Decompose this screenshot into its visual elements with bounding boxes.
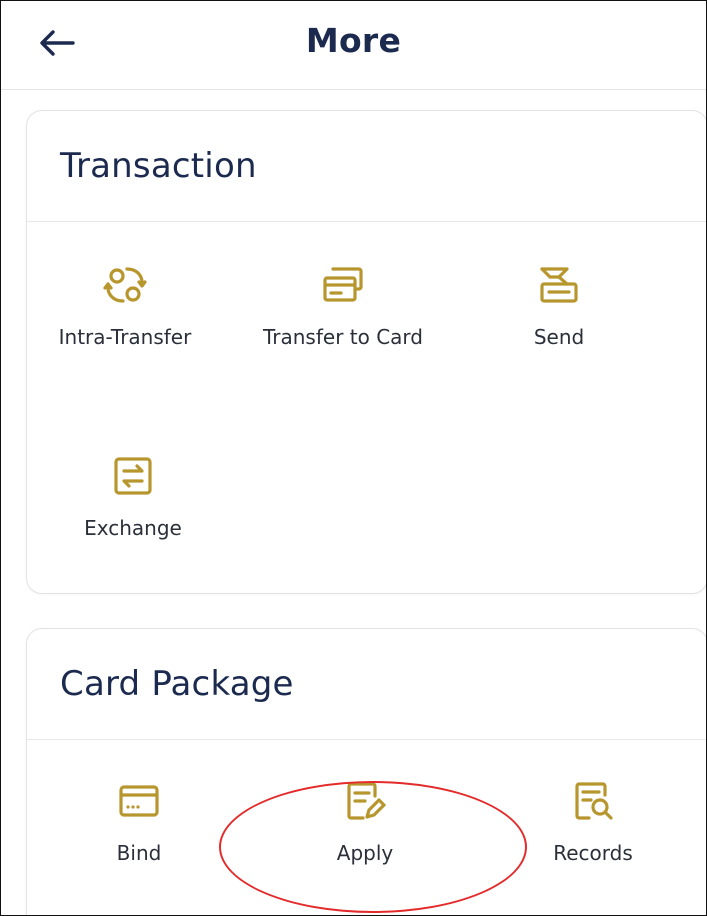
section-title: Card Package: [60, 664, 294, 704]
search-document-icon: [575, 782, 613, 820]
tile-label: Records: [553, 841, 633, 865]
page-title: More: [305, 21, 402, 60]
bind-button[interactable]: Bind: [39, 779, 239, 865]
card-icon: [119, 785, 159, 817]
swap-circle-icon: [103, 267, 147, 303]
records-button[interactable]: Records: [493, 779, 693, 865]
card-package-card: Card Package Bind Apply Records: [26, 628, 706, 915]
apply-button[interactable]: Apply: [265, 779, 465, 865]
top-bar: More: [1, 1, 706, 90]
edit-document-icon: [347, 782, 386, 820]
intra-transfer-button[interactable]: Intra-Transfer: [25, 263, 225, 349]
send-button[interactable]: Send: [459, 263, 659, 349]
cards-icon: [323, 267, 363, 302]
card-package-card-header: Card Package: [27, 629, 706, 740]
send-box-icon: [540, 267, 578, 303]
tile-label: Bind: [116, 841, 162, 865]
app-screen: More Transaction Intra-Transfer Transfer…: [0, 0, 707, 916]
transfer-to-card-button[interactable]: Transfer to Card: [243, 263, 443, 349]
tile-label: Transfer to Card: [263, 325, 423, 349]
transaction-card: Transaction Intra-Transfer Transfer to C…: [25, 110, 706, 594]
section-title: Transaction: [60, 146, 257, 186]
tile-label: Intra-Transfer: [58, 325, 192, 349]
exchange-icon: [114, 457, 152, 495]
transaction-card-header: Transaction: [27, 111, 706, 222]
exchange-button[interactable]: Exchange: [33, 454, 233, 540]
tile-label: Send: [533, 325, 585, 349]
tile-label: Apply: [336, 841, 394, 865]
tile-label: Exchange: [84, 516, 182, 540]
